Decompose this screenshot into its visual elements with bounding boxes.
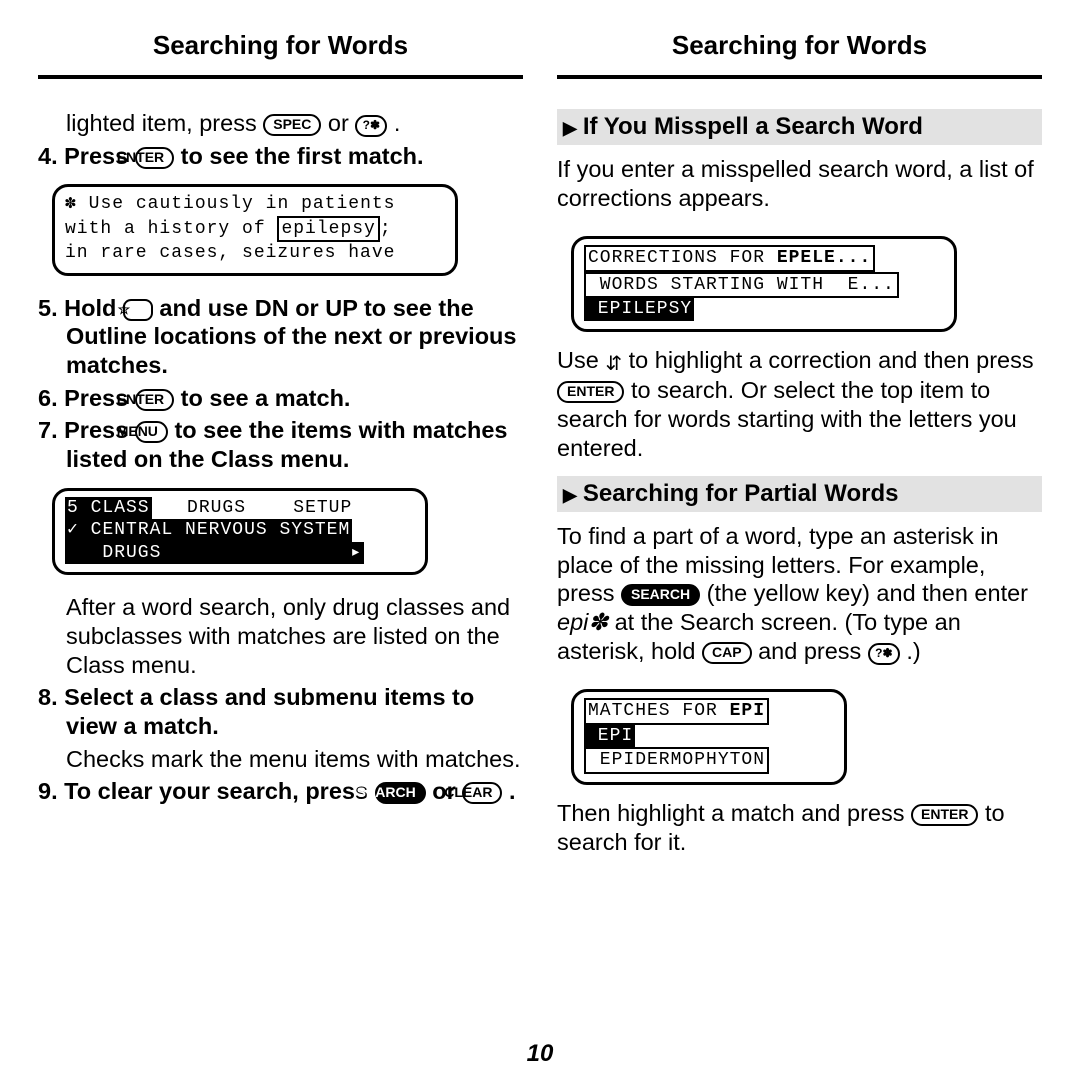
rule [38,75,523,79]
lead-text: lighted item, press SPEC or ?✽ . [66,109,523,138]
spec-key: SPEC [263,114,321,136]
step-5: 5. Hold ☆ and use DN or UP to see the Ou… [38,294,523,380]
step-9: 9. To clear your search, press SEARCH or… [38,777,523,806]
enter-key: ENTER [135,147,174,169]
search-key: SEARCH [621,584,700,606]
menu-key: MENU [135,421,168,443]
triangle-icon [563,113,583,140]
section-misspell: If You Misspell a Search Word [557,109,1042,145]
clear-key: CLEAR [462,782,502,804]
partial-body: To find a part of a word, type an asteri… [557,522,1042,665]
lcd-screenshot-4: MATCHES FOR EPI EPI EPIDERMOPHYTON [571,689,847,785]
after-search-text: After a word search, only drug classes a… [66,593,523,679]
lcd-screenshot-3: CORRECTIONS FOR EPELE... WORDS STARTING … [571,236,957,332]
column-header-left: Searching for Words [38,30,523,61]
right-column: Searching for Words If You Misspell a Se… [557,30,1042,870]
rule [557,75,1042,79]
left-column: Searching for Words lighted item, press … [38,30,523,870]
column-header-right: Searching for Words [557,30,1042,61]
lcd-screenshot-1: ✽ Use cautiously in patients with a hist… [52,184,458,276]
lcd-screenshot-2: 5 CLASS DRUGS SETUP CENTRAL NERVOUS SYST… [52,488,428,576]
step-7: 7. Press MENU to see the items with matc… [38,416,523,473]
page-number: 10 [0,1040,1080,1068]
enter-key: ENTER [135,389,174,411]
partial-then: Then highlight a match and press ENTER t… [557,799,1042,856]
qmark-key: ?✽ [868,643,900,665]
qmark-key: ?✽ [355,115,387,137]
step-4: 4. Press ENTER to see the first match. [38,142,523,171]
step-6: 6. Press ENTER to see a match. [38,384,523,413]
enter-key: ENTER [911,804,978,826]
scroll-icon: ⇵ [605,352,622,376]
misspell-intro: If you enter a misspelled search word, a… [557,155,1042,212]
cap-key: CAP [702,642,752,664]
enter-key: ENTER [557,381,624,403]
misspell-body: Use ⇵ to highlight a correction and then… [557,346,1042,462]
triangle-icon [563,480,583,507]
section-partial: Searching for Partial Words [557,476,1042,512]
step-8: 8. Select a class and submenu items to v… [38,683,523,740]
search-key: SEARCH [375,782,426,804]
star-key: ☆ [123,299,153,321]
checks-text: Checks mark the menu items with matches. [66,745,523,774]
